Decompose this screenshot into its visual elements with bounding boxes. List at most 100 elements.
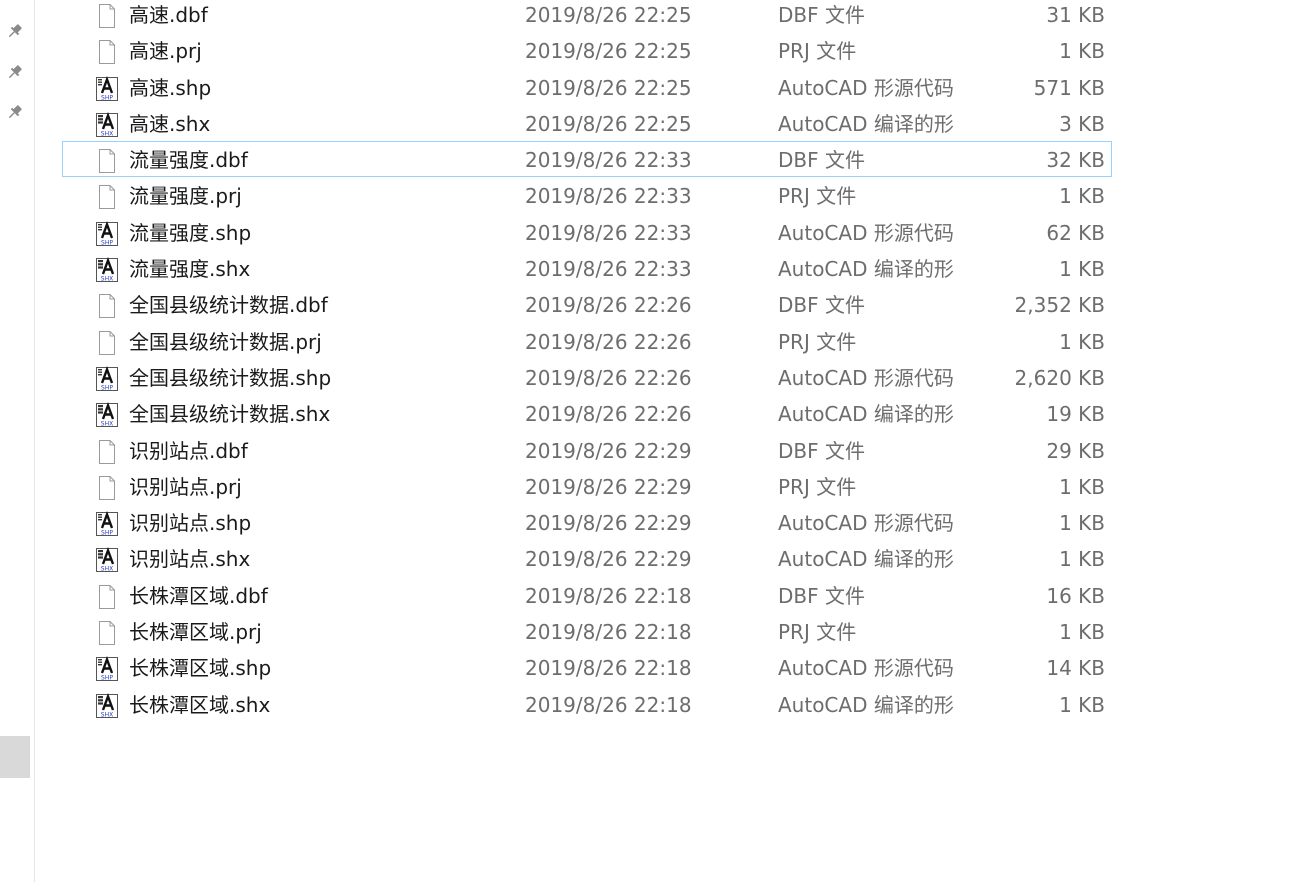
file-date-modified: 2019/8/26 22:33 bbox=[525, 184, 692, 209]
file-size: 14 KB bbox=[1046, 656, 1105, 681]
svg-text:SHX: SHX bbox=[101, 276, 113, 283]
pin-icon[interactable] bbox=[6, 63, 24, 81]
file-name: 流量强度.dbf bbox=[129, 148, 248, 173]
blank-file-icon bbox=[95, 330, 119, 356]
file-row[interactable]: 流量强度.dbf 2019/8/26 22:33 DBF 文件 32 KB bbox=[62, 141, 1112, 178]
file-row[interactable]: SHP 全国县级统计数据.shp 2019/8/26 22:26 AutoCAD 形源… bbox=[62, 359, 1112, 395]
file-type: AutoCAD 编译的形 bbox=[778, 111, 954, 136]
svg-text:SHX: SHX bbox=[101, 711, 113, 718]
autocad-shp-icon: SHP bbox=[95, 511, 119, 537]
file-name: 全国县级统计数据.shx bbox=[129, 402, 331, 427]
file-size: 1 KB bbox=[1059, 620, 1105, 645]
file-date-modified: 2019/8/26 22:18 bbox=[525, 620, 692, 645]
file-row[interactable]: SHP 高速.shp 2019/8/26 22:25 AutoCAD 形源代码 571 … bbox=[62, 69, 1112, 105]
blank-file-icon bbox=[95, 584, 119, 610]
pin-icon[interactable] bbox=[6, 22, 24, 40]
file-type: AutoCAD 形源代码 bbox=[778, 220, 954, 245]
file-row[interactable]: 高速.dbf 2019/8/26 22:25 DBF 文件 31 KB bbox=[62, 0, 1112, 32]
file-date-modified: 2019/8/26 22:29 bbox=[525, 438, 692, 463]
svg-text:SHX: SHX bbox=[101, 566, 113, 573]
autocad-shp-icon: SHP bbox=[95, 656, 119, 682]
svg-text:SHP: SHP bbox=[101, 384, 113, 391]
file-row[interactable]: SHP 流量强度.shp 2019/8/26 22:33 AutoCAD 形源代码 62… bbox=[62, 214, 1112, 250]
file-type: PRJ 文件 bbox=[778, 39, 857, 64]
svg-text:SHX: SHX bbox=[101, 421, 113, 428]
file-size: 1 KB bbox=[1059, 329, 1105, 354]
file-size: 1 KB bbox=[1059, 511, 1105, 536]
file-type: AutoCAD 编译的形 bbox=[778, 257, 954, 282]
file-size: 2,352 KB bbox=[1014, 293, 1105, 318]
autocad-shp-icon: SHP bbox=[95, 75, 119, 102]
file-type: AutoCAD 形源代码 bbox=[778, 656, 954, 681]
file-name: 流量强度.shp bbox=[129, 220, 252, 245]
file-row[interactable]: SHP 长株潭区域.shp 2019/8/26 22:18 AutoCAD 形源代码 1… bbox=[62, 649, 1112, 685]
file-name: 识别站点.dbf bbox=[129, 438, 248, 463]
file-date-modified: 2019/8/26 22:25 bbox=[525, 3, 692, 27]
file-type: DBF 文件 bbox=[778, 3, 865, 27]
file-type: PRJ 文件 bbox=[778, 620, 857, 645]
file-name: 全国县级统计数据.dbf bbox=[129, 293, 328, 318]
file-row[interactable]: 长株潭区域.prj 2019/8/26 22:18 PRJ 文件 1 KB bbox=[62, 613, 1112, 649]
blank-file-icon bbox=[95, 3, 119, 29]
file-row[interactable]: SHP 识别站点.shp 2019/8/26 22:29 AutoCAD 形源代码 1 … bbox=[62, 504, 1112, 540]
blank-file-icon bbox=[95, 184, 119, 210]
file-row[interactable]: SHX 流量强度.shx 2019/8/26 22:33 AutoCAD 编译的形 1 … bbox=[62, 250, 1112, 286]
file-date-modified: 2019/8/26 22:29 bbox=[525, 511, 692, 536]
file-size: 1 KB bbox=[1059, 547, 1105, 572]
file-row[interactable]: 流量强度.prj 2019/8/26 22:33 PRJ 文件 1 KB bbox=[62, 177, 1112, 213]
blank-file-icon bbox=[95, 148, 119, 174]
file-name: 高速.shx bbox=[129, 111, 211, 136]
file-row[interactable]: 全国县级统计数据.prj 2019/8/26 22:26 PRJ 文件 1 KB bbox=[62, 323, 1112, 359]
file-date-modified: 2019/8/26 22:18 bbox=[525, 656, 692, 681]
file-date-modified: 2019/8/26 22:26 bbox=[525, 293, 692, 318]
autocad-shx-icon: SHX bbox=[95, 257, 119, 283]
file-list: 高速.dbf 2019/8/26 22:25 DBF 文件 31 KB 高速.prj 20… bbox=[62, 0, 1112, 722]
file-size: 1 KB bbox=[1059, 39, 1105, 64]
svg-text:SHP: SHP bbox=[101, 530, 113, 537]
file-row[interactable]: 识别站点.prj 2019/8/26 22:29 PRJ 文件 1 KB bbox=[62, 468, 1112, 504]
file-type: AutoCAD 编译的形 bbox=[778, 692, 954, 717]
file-type: DBF 文件 bbox=[778, 148, 865, 173]
file-type: DBF 文件 bbox=[778, 583, 865, 608]
file-name: 识别站点.prj bbox=[129, 474, 242, 499]
file-date-modified: 2019/8/26 22:26 bbox=[525, 329, 692, 354]
file-row[interactable]: SHX 长株潭区域.shx 2019/8/26 22:18 AutoCAD 编译的形 1… bbox=[62, 686, 1112, 722]
file-date-modified: 2019/8/26 22:29 bbox=[525, 547, 692, 572]
file-date-modified: 2019/8/26 22:26 bbox=[525, 365, 692, 390]
file-size: 1 KB bbox=[1059, 692, 1105, 717]
file-name: 长株潭区域.shp bbox=[129, 656, 272, 681]
autocad-shx-icon: SHX bbox=[95, 692, 119, 719]
file-size: 62 KB bbox=[1046, 220, 1105, 245]
file-size: 3 KB bbox=[1059, 111, 1105, 136]
file-row[interactable]: SHX 识别站点.shx 2019/8/26 22:29 AutoCAD 编译的形 1 … bbox=[62, 540, 1112, 576]
file-date-modified: 2019/8/26 22:26 bbox=[525, 402, 692, 427]
file-name: 流量强度.prj bbox=[129, 184, 242, 209]
blank-file-icon bbox=[95, 475, 119, 501]
file-row[interactable]: SHX 高速.shx 2019/8/26 22:25 AutoCAD 编译的形 3 KB bbox=[62, 105, 1112, 141]
nav-selected-item[interactable] bbox=[0, 736, 30, 778]
file-row[interactable]: 长株潭区域.dbf 2019/8/26 22:18 DBF 文件 16 KB bbox=[62, 577, 1112, 613]
file-size: 32 KB bbox=[1046, 148, 1105, 173]
file-row[interactable]: 高速.prj 2019/8/26 22:25 PRJ 文件 1 KB bbox=[62, 32, 1112, 68]
file-row[interactable]: SHX 全国县级统计数据.shx 2019/8/26 22:26 AutoCAD 编译… bbox=[62, 395, 1112, 431]
file-size: 1 KB bbox=[1059, 184, 1105, 209]
file-name: 全国县级统计数据.shp bbox=[129, 365, 332, 390]
pin-icon[interactable] bbox=[6, 103, 24, 121]
svg-text:SHP: SHP bbox=[101, 239, 113, 246]
file-row[interactable]: 识别站点.dbf 2019/8/26 22:29 DBF 文件 29 KB bbox=[62, 432, 1112, 468]
file-type: AutoCAD 编译的形 bbox=[778, 402, 954, 427]
file-name: 识别站点.shx bbox=[129, 547, 251, 572]
file-size: 16 KB bbox=[1046, 583, 1105, 608]
blank-file-icon bbox=[95, 293, 119, 319]
file-size: 1 KB bbox=[1059, 257, 1105, 282]
blank-file-icon bbox=[95, 39, 119, 65]
file-row[interactable]: 全国县级统计数据.dbf 2019/8/26 22:26 DBF 文件 2,352 K… bbox=[62, 286, 1112, 322]
file-type: AutoCAD 编译的形 bbox=[778, 547, 954, 572]
file-date-modified: 2019/8/26 22:33 bbox=[525, 220, 692, 245]
navigation-pane[interactable] bbox=[0, 0, 35, 882]
file-type: AutoCAD 形源代码 bbox=[778, 511, 954, 536]
file-name: 长株潭区域.dbf bbox=[129, 583, 268, 608]
file-date-modified: 2019/8/26 22:25 bbox=[525, 111, 692, 136]
file-size: 31 KB bbox=[1046, 3, 1105, 27]
svg-text:SHX: SHX bbox=[101, 130, 113, 137]
